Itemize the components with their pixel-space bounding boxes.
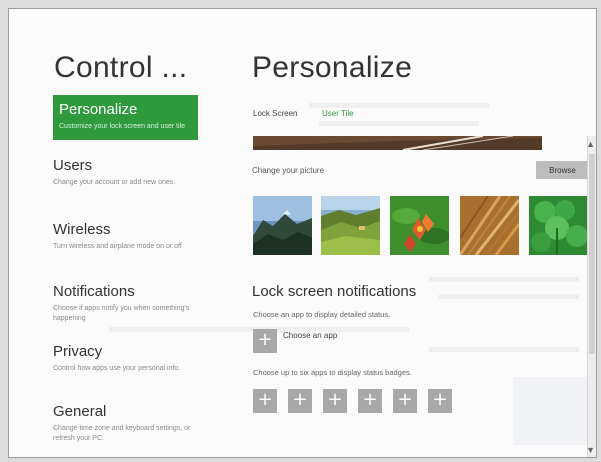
add-badge-app-button-2[interactable]: + [288, 389, 312, 413]
scrollbar-thumb[interactable] [589, 154, 595, 354]
add-badge-app-button-6[interactable]: + [428, 389, 452, 413]
change-picture-label: Change your picture [252, 166, 325, 175]
nav-item-label: Users [53, 157, 93, 174]
add-badge-app-button-1[interactable]: + [253, 389, 277, 413]
tab-lock-screen[interactable]: Lock Screen [253, 109, 297, 118]
add-detailed-app-button[interactable]: + [253, 329, 277, 353]
nav-item-users[interactable]: Users Change your account or add new one… [53, 157, 198, 188]
clover-thumbnail[interactable] [529, 196, 588, 255]
nav-item-label: General [53, 403, 107, 420]
nav-item-notifications[interactable]: Notifications Choose if apps notify you … [53, 283, 198, 324]
nav-item-privacy[interactable]: Privacy Control how apps use your person… [53, 343, 198, 374]
nav-item-desc: Choose if apps notify you when something… [53, 305, 190, 322]
add-badge-app-button-5[interactable]: + [393, 389, 417, 413]
mountain-landscape-thumbnail[interactable] [253, 196, 312, 255]
page-title: Personalize [252, 51, 413, 84]
nav-item-desc: Change your account or add new ones. [53, 179, 176, 186]
green-valley-thumbnail[interactable] [321, 196, 380, 255]
wheat-thumbnail[interactable] [460, 196, 519, 255]
nav-item-label: Privacy [53, 343, 103, 360]
detailed-status-description: Choose an app to display detailed status… [253, 310, 391, 319]
nav-item-personalize[interactable]: Personalize Customize your lock screen a… [53, 95, 198, 140]
nav-item-label: Personalize [59, 101, 138, 118]
nav-item-label: Wireless [53, 221, 111, 238]
scroll-down-arrow-icon[interactable]: ▼ [586, 445, 595, 455]
tab-user-tile[interactable]: User Tile [322, 109, 354, 118]
control-panel-window: Control ... Personalize Customize your l… [8, 8, 597, 458]
scroll-up-arrow-icon[interactable]: ▲ [586, 139, 595, 149]
choose-app-label: Choose an app [283, 331, 338, 340]
nav-item-desc: Turn wireless and airplane mode on or of… [53, 243, 182, 250]
nav-item-general[interactable]: General Change time zone and keyboard se… [53, 403, 198, 444]
background-ghost-box [513, 377, 596, 445]
add-badge-app-button-3[interactable]: + [323, 389, 347, 413]
flower-thumbnail[interactable] [390, 196, 449, 255]
nav-item-desc: Customize your lock screen and user tile [59, 123, 186, 130]
status-badges-description: Choose up to six apps to display status … [253, 368, 412, 377]
nav-item-label: Notifications [53, 283, 135, 300]
nav-item-desc: Change time zone and keyboard settings, … [53, 425, 191, 442]
lock-screen-notifications-heading: Lock screen notifications [252, 283, 417, 300]
nav-item-desc: Control how apps use your personal info. [53, 365, 181, 372]
nav-item-wireless[interactable]: Wireless Turn wireless and airplane mode… [53, 221, 198, 252]
browse-button[interactable]: Browse [536, 161, 589, 179]
left-pane-title: Control ... [54, 51, 188, 84]
current-picture-preview [253, 136, 542, 150]
add-badge-app-button-4[interactable]: + [358, 389, 382, 413]
